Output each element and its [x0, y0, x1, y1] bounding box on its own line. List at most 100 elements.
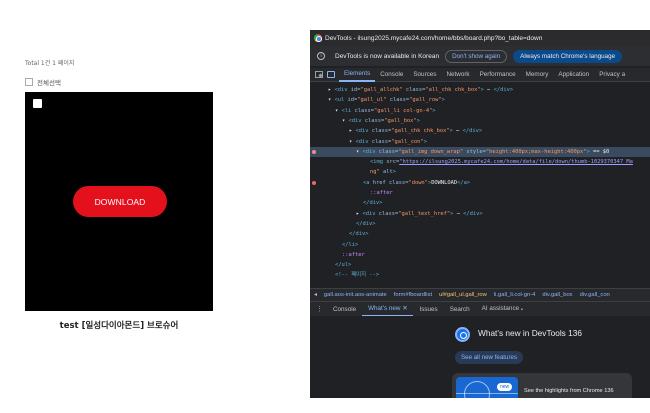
dom-node-text: </div>: [356, 219, 375, 229]
dom-node-line[interactable]: ::after: [310, 188, 650, 198]
dom-token: DOWNLOAD: [431, 179, 458, 186]
thumbnail-circle: [464, 381, 490, 398]
dom-token: "gall_ul": [357, 97, 387, 104]
dom-token: </a>: [457, 179, 471, 186]
dom-token: >: [423, 138, 427, 145]
dom-node-line[interactable]: </div>: [310, 219, 650, 229]
see-all-features-button[interactable]: See all new features: [455, 351, 524, 364]
dom-tree[interactable]: ▸ <div id="gall_allchk" class="all_chk c…: [310, 82, 650, 288]
dom-node-line[interactable]: ▾ <li class="gall_li col-gn-4">: [310, 106, 650, 116]
dom-node-line[interactable]: </ul>: [310, 260, 650, 270]
breadcrumb-item[interactable]: div.gall_box: [542, 292, 572, 298]
drawer-tab[interactable]: Search: [444, 302, 476, 317]
dom-node-line[interactable]: ▾ <div class="gall_box">: [310, 116, 650, 126]
dom-node-line[interactable]: ::after: [310, 250, 650, 260]
dom-token: class=: [354, 107, 374, 114]
drawer-tab[interactable]: What's new ✕: [362, 302, 414, 317]
dom-token: <a: [363, 179, 373, 186]
dom-node-line[interactable]: </div>: [310, 198, 650, 208]
dom-token: "gall_text_href": [398, 210, 451, 217]
breadcrumb-item[interactable]: gall.aos-init.aos-animate: [324, 292, 387, 298]
drawer-tab[interactable]: Issues: [413, 302, 443, 317]
dom-node-line[interactable]: <!-- 페이지 -->: [310, 270, 650, 280]
tab-memory[interactable]: Memory: [521, 68, 554, 82]
item-checkbox[interactable]: [33, 99, 42, 108]
drawer-tab[interactable]: AI assistance 𝅘: [476, 302, 529, 317]
dom-token: >: [432, 107, 436, 114]
dom-token: </li>: [342, 241, 359, 248]
drawer-tabs: ⋮ Console What's new ✕ Issues Search AI assis…: [310, 301, 650, 317]
dom-token: <!-- 페이지 -->: [335, 272, 380, 279]
dom-token: "gall_img down_wrap": [398, 148, 464, 155]
tab-performance[interactable]: Performance: [475, 68, 521, 82]
dom-token: ng": [370, 169, 380, 176]
dom-node-line[interactable]: ▾ <div class="gall_con">: [310, 137, 650, 147]
product-title[interactable]: test [일성다이아몬드] 브로슈어: [25, 319, 213, 331]
whats-new-panel: What's new in DevTools 136 See all new f…: [310, 316, 650, 398]
dom-token: >: [392, 169, 396, 176]
select-all-checkbox[interactable]: [25, 78, 33, 86]
dom-token: == $0: [589, 148, 610, 155]
devtools-title: DevTools - ilsung2025.mycafe24.com/home/…: [325, 34, 543, 42]
dom-node-text: ▸ <div class="gall_text_href"> ⋯ </div>: [356, 209, 483, 219]
tab-sources[interactable]: Sources: [408, 68, 441, 82]
match-language-button[interactable]: Always match Chrome's language: [513, 49, 623, 63]
dom-token: ::after: [370, 190, 393, 196]
breakpoint-dot: [312, 149, 316, 154]
breadcrumb-item[interactable]: li.gall_li.col-gn-4: [494, 292, 536, 298]
dont-show-again-button[interactable]: Don't show again: [445, 49, 508, 63]
dom-token: </div>: [462, 128, 483, 135]
dom-node-line[interactable]: </li>: [310, 240, 650, 250]
dom-token: <div: [362, 210, 379, 217]
highlights-thumbnail: new: [456, 377, 518, 398]
download-button[interactable]: DOWNLOAD: [73, 186, 167, 217]
dom-node-line[interactable]: <img src="https://ilsung2025.mycafe24.co…: [310, 157, 650, 167]
dom-node-line[interactable]: ▾ <div class="gall_img down_wrap" style=…: [310, 146, 650, 157]
device-toolbar-icon[interactable]: [327, 71, 335, 78]
tab-console[interactable]: Console: [375, 68, 408, 82]
dom-node-text: ▸ <div class="gall_chk chk_box"> ⋯ </div…: [349, 126, 482, 136]
dom-token: class=: [371, 128, 392, 135]
breadcrumb-item[interactable]: ◂: [314, 292, 317, 298]
dom-node-text: </div>: [363, 198, 382, 208]
tab-elements[interactable]: Elements: [339, 68, 376, 82]
dom-node-line[interactable]: ▸ <div id="gall_allchk" class="all_chk c…: [310, 85, 650, 95]
dom-node-text: ::after: [342, 250, 365, 260]
drawer-tab[interactable]: Console: [327, 302, 362, 317]
select-all[interactable]: 전체선택: [25, 77, 61, 87]
language-infobar: i DevTools is now available in Korean Do…: [310, 46, 650, 66]
inspect-element-icon[interactable]: [315, 71, 323, 78]
dom-token: "gall_allchk": [360, 87, 403, 93]
dom-token: "gall_con": [391, 138, 424, 145]
dom-node-text: ng" alt>: [370, 167, 396, 177]
dom-token: "https://ilsung2025.mycafe24.com/home/da…: [399, 159, 633, 166]
tab-application[interactable]: Application: [553, 68, 594, 82]
dom-node-text: ▾ <li class="gall_li col-gn-4">: [335, 106, 436, 116]
dom-token: ⋯: [483, 87, 494, 93]
dom-token: >: [416, 117, 420, 124]
dom-node-line[interactable]: ▸ <div class="gall_chk chk_box"> ⋯ </div…: [310, 126, 650, 136]
tab-network[interactable]: Network: [441, 68, 474, 82]
dom-node-line[interactable]: <a href class="down">DOWNLOAD</a>: [310, 178, 650, 188]
breadcrumb-item[interactable]: ul#gall_ul.gall_row: [439, 292, 487, 298]
dom-token: <ul: [334, 97, 348, 104]
highlights-card[interactable]: new See the highlights from Chrome 136: [452, 373, 632, 398]
breadcrumb-item[interactable]: div.gall_con: [580, 292, 610, 298]
devtools-logo-icon: [455, 327, 470, 342]
dom-node-line[interactable]: ng" alt>: [310, 167, 650, 177]
infobar-text: DevTools is now available in Korean: [335, 52, 440, 60]
product-card[interactable]: DOWNLOAD: [25, 92, 213, 311]
breadcrumb-item[interactable]: form#fboardlist: [394, 292, 432, 298]
dom-token: "height:400px;max-height:400px": [485, 148, 587, 155]
dom-node-line[interactable]: ▸ <div class="gall_text_href"> ⋯ </div>: [310, 209, 650, 219]
dom-node-line[interactable]: ▾ <ul id="gall_ul" class="gall_row">: [310, 95, 650, 105]
dom-token: >: [441, 97, 445, 104]
tab-privacy-a[interactable]: Privacy a: [594, 68, 630, 82]
dom-token: "gall_li col-gn-4": [373, 107, 433, 114]
highlights-text: See the highlights from Chrome 136: [524, 388, 614, 394]
dom-node-text: <img src="https://ilsung2025.mycafe24.co…: [370, 157, 633, 167]
dom-node-line[interactable]: </div>: [310, 229, 650, 239]
kebab-menu-icon[interactable]: ⋮: [316, 305, 324, 313]
dom-node-text: ▾ <div class="gall_box">: [342, 116, 420, 126]
dom-token: </div>: [356, 220, 376, 227]
